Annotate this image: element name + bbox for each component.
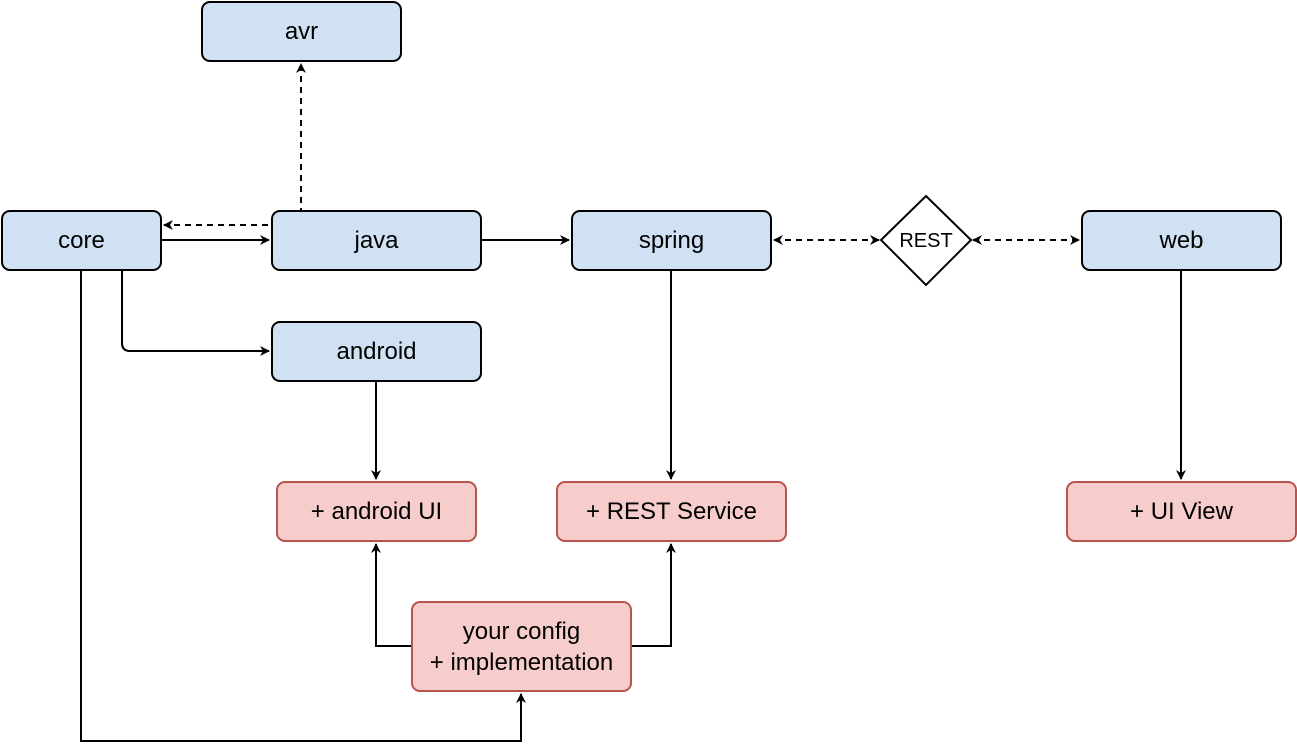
node-android-label: android: [336, 338, 417, 365]
node-core-label: core: [58, 227, 105, 254]
diagram-canvas: [80, 63, 1186, 742]
node-config-label-line1: your config: [462, 617, 581, 645]
node-ui-view[interactable]: + UI View: [1066, 481, 1297, 542]
node-java-label: java: [354, 227, 399, 254]
rest-diamond-label: REST: [899, 229, 953, 252]
node-spring-label: spring: [638, 227, 705, 254]
node-config[interactable]: your config + implementation: [411, 601, 632, 692]
node-avr[interactable]: avr: [201, 1, 402, 62]
edge-config-restservice: [632, 543, 676, 647]
node-android-ui[interactable]: + android UI: [276, 481, 477, 542]
node-web[interactable]: web: [1081, 210, 1282, 271]
node-avr-label: avr: [284, 18, 319, 45]
edge-config-androidui: [371, 543, 411, 647]
node-java[interactable]: java: [271, 210, 482, 271]
node-ui-view-label: + UI View: [1130, 498, 1233, 525]
edge-core-android: [121, 270, 270, 356]
node-android[interactable]: android: [271, 321, 482, 382]
node-web-label: web: [1159, 227, 1204, 254]
node-core[interactable]: core: [1, 210, 162, 271]
node-spring[interactable]: spring: [571, 210, 772, 271]
node-rest-service-label: + REST Service: [586, 498, 757, 525]
node-android-ui-label: + android UI: [310, 498, 443, 525]
node-config-label-line2: + implementation: [429, 648, 614, 676]
node-rest-service[interactable]: + REST Service: [556, 481, 787, 542]
